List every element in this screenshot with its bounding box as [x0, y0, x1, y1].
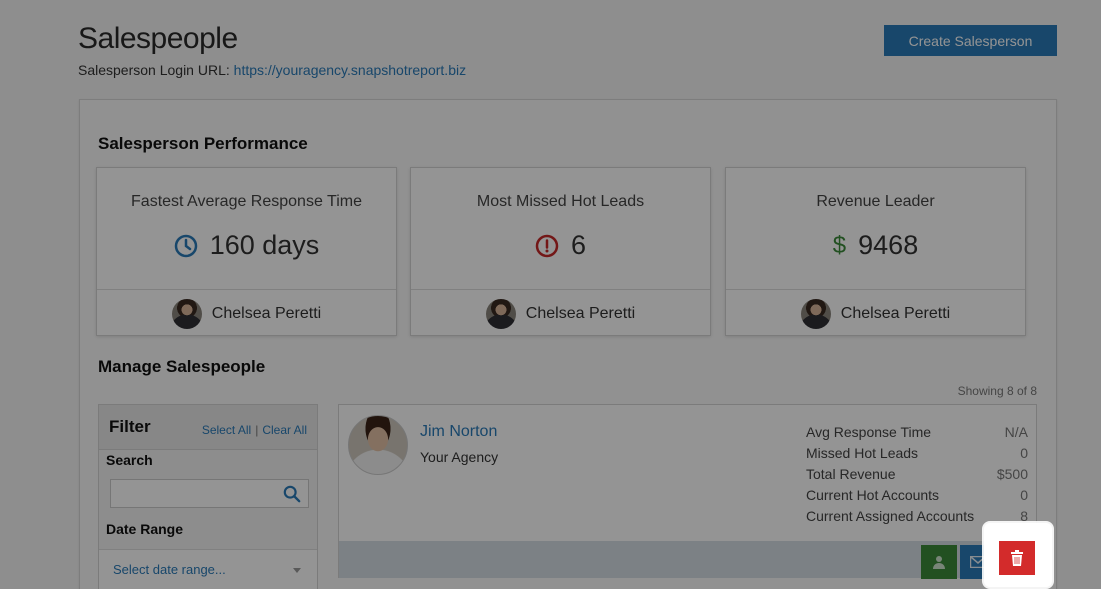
perf-card-revenue-leader: Revenue Leader $ 9468 Chelsea Peretti: [725, 167, 1026, 336]
perf-card-value: 6: [570, 230, 587, 260]
dollar-icon: $: [832, 231, 847, 259]
perf-card-footer: Chelsea Peretti: [97, 289, 396, 337]
perf-card-title: Fastest Average Response Time: [131, 193, 362, 210]
login-url-label: Salesperson Login URL:: [78, 62, 230, 78]
clear-all-link[interactable]: Clear All: [262, 423, 307, 437]
stat-value: $500: [996, 466, 1028, 482]
perf-card-value-row: $ 9468: [726, 230, 1025, 261]
select-all-link[interactable]: Select All: [202, 423, 251, 437]
avatar: [485, 298, 516, 329]
alert-icon: [535, 234, 559, 257]
login-url-line: Salesperson Login URL: https://youragenc…: [78, 62, 466, 78]
salesperson-org: Your Agency: [420, 449, 499, 465]
perf-card-title: Most Missed Hot Leads: [476, 193, 645, 210]
stat-row: Avg Response Time N/A: [806, 422, 1028, 443]
avatar: [800, 298, 831, 329]
perf-card-missed-leads: Most Missed Hot Leads 6 Chelsea Peretti: [410, 167, 711, 336]
chevron-down-icon: [293, 568, 301, 573]
perf-card-title: Revenue Leader: [816, 193, 935, 210]
manage-heading: Manage Salespeople: [98, 357, 266, 376]
date-range-label: Date Range: [106, 521, 184, 537]
action-bar: [339, 541, 1036, 579]
performance-heading: Salesperson Performance: [98, 134, 308, 153]
salesperson-card: Jim Norton Your Agency Avg Response Time…: [338, 404, 1037, 579]
stat-label: Avg Response Time: [806, 424, 932, 440]
user-icon: [933, 556, 945, 569]
login-as-button[interactable]: [921, 545, 957, 579]
perf-card-footer: Chelsea Peretti: [726, 289, 1025, 337]
stat-label: Current Hot Accounts: [806, 487, 940, 503]
trash-icon: [1011, 550, 1023, 566]
perf-card-value-row: 6: [411, 230, 710, 261]
create-salesperson-button[interactable]: Create Salesperson: [884, 25, 1057, 56]
stat-value: 0: [1020, 487, 1028, 503]
stat-label: Current Assigned Accounts: [806, 508, 975, 524]
stat-value: 0: [1020, 445, 1028, 461]
perf-card-person[interactable]: Chelsea Peretti: [212, 305, 321, 323]
perf-card-value-row: 160 days: [97, 230, 396, 261]
date-range-select[interactable]: Select date range...: [99, 549, 317, 589]
perf-card-value: 160 days: [209, 230, 320, 260]
perf-card-person[interactable]: Chelsea Peretti: [841, 305, 950, 323]
filter-panel: Filter Select All | Clear All Search Date …: [98, 404, 318, 589]
perf-card-value: 9468: [858, 230, 919, 260]
search-label: Search: [106, 452, 153, 468]
perf-card-response-time: Fastest Average Response Time 160 days C…: [96, 167, 397, 336]
salesperson-stats: Avg Response Time N/A Missed Hot Leads 0 T…: [806, 422, 1028, 527]
login-url-link[interactable]: https://youragency.snapshotreport.biz: [234, 62, 466, 78]
stat-label: Total Revenue: [806, 466, 896, 482]
avatar: [348, 415, 408, 475]
perf-card-footer: Chelsea Peretti: [411, 289, 710, 337]
perf-card-person[interactable]: Chelsea Peretti: [526, 305, 635, 323]
search-icon[interactable]: [283, 485, 301, 503]
filter-heading: Filter: [109, 417, 151, 436]
stat-value: N/A: [1004, 424, 1028, 440]
search-input[interactable]: [110, 479, 309, 508]
salesperson-name[interactable]: Jim Norton: [420, 423, 497, 441]
stat-row: Current Hot Accounts 0: [806, 485, 1028, 506]
stat-label: Missed Hot Leads: [806, 445, 919, 461]
stat-row: Total Revenue $500: [806, 464, 1028, 485]
avatar: [171, 298, 202, 329]
clock-icon: [174, 234, 197, 257]
date-range-placeholder: Select date range...: [113, 562, 226, 577]
stat-row: Missed Hot Leads 0: [806, 443, 1028, 464]
showing-count: Showing 8 of 8: [957, 384, 1037, 398]
page-title: Salespeople: [78, 22, 238, 55]
delete-button-highlighted[interactable]: [999, 541, 1035, 575]
filter-link-separator: |: [255, 423, 259, 437]
filter-links: Select All | Clear All: [202, 423, 307, 437]
